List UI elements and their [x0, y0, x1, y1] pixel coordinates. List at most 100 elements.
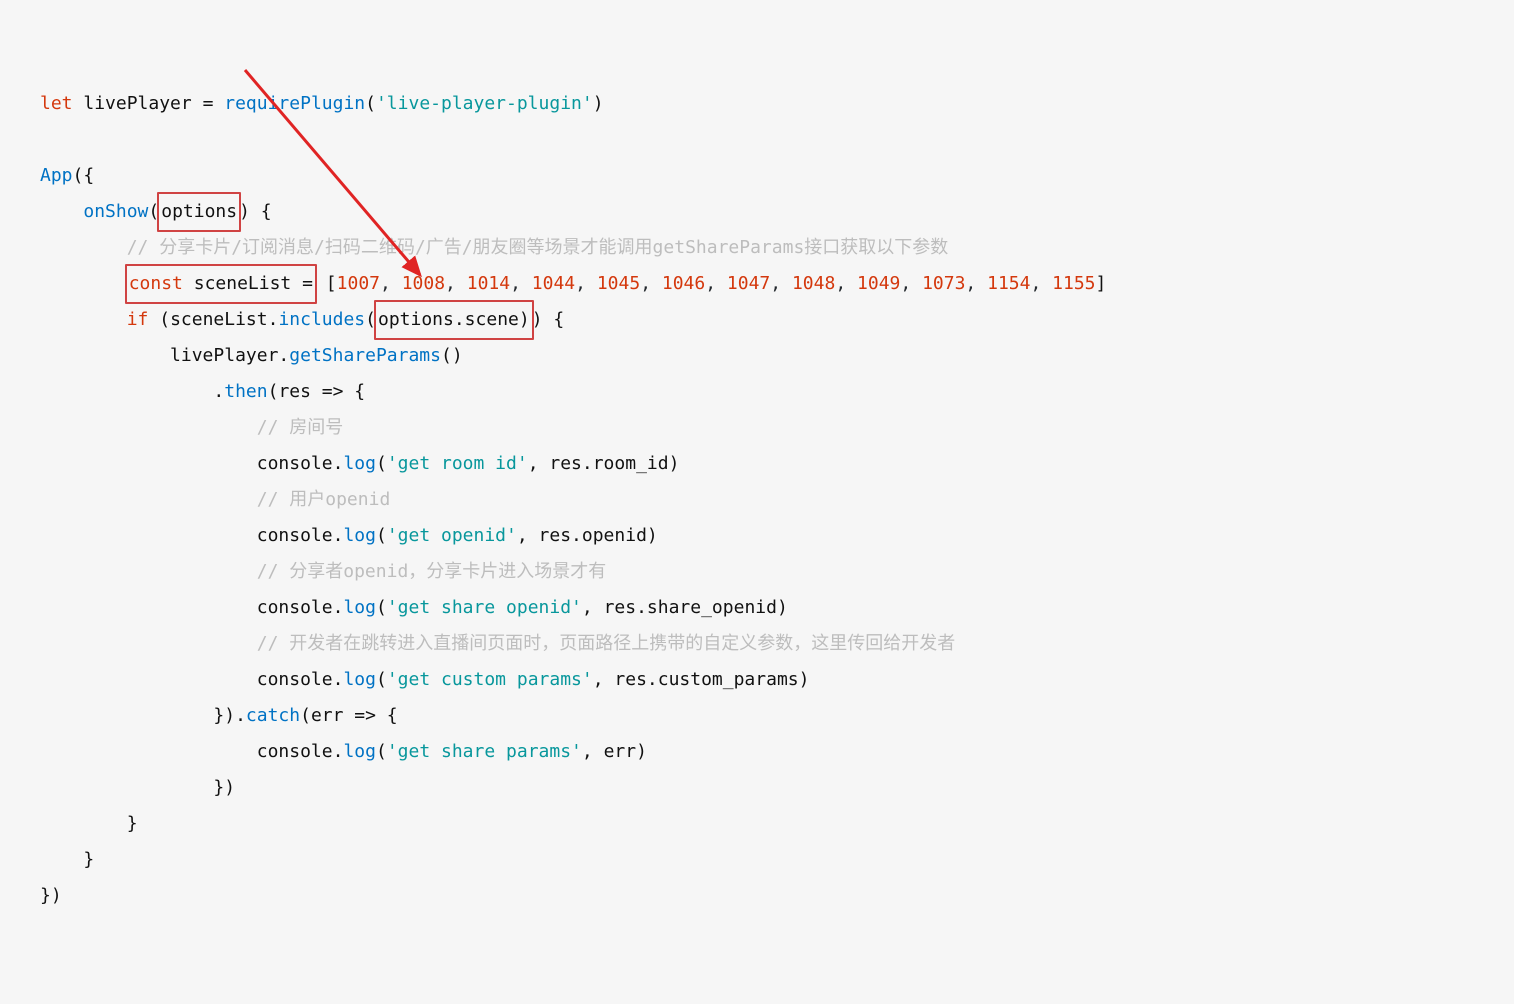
- options-scene-highlight: options.scene): [374, 300, 534, 340]
- comma: ,: [575, 273, 597, 294]
- num: 1049: [857, 273, 900, 294]
- close-if: }: [127, 813, 138, 834]
- comma: ,: [380, 273, 402, 294]
- text: , res.room_id): [528, 453, 680, 474]
- dot: .: [213, 381, 224, 402]
- paren: (: [376, 669, 387, 690]
- num: 1047: [727, 273, 770, 294]
- fn-log: log: [343, 597, 376, 618]
- indent: [40, 489, 257, 510]
- fn-then: then: [224, 381, 267, 402]
- indent: [40, 597, 257, 618]
- comment-room-id: // 房间号: [257, 417, 344, 438]
- paren: (: [300, 705, 311, 726]
- num: 1008: [402, 273, 445, 294]
- comment-share-scenes: // 分享卡片/订阅消息/扫码二维码/广告/朋友圈等场景才能调用getShare…: [127, 237, 949, 258]
- num: 1045: [597, 273, 640, 294]
- comma: ,: [770, 273, 792, 294]
- indent: [40, 237, 127, 258]
- paren-brace: ) {: [532, 309, 565, 330]
- str: 'get room id': [387, 453, 528, 474]
- comma: ,: [1030, 273, 1052, 294]
- text: livePlayer.: [170, 345, 289, 366]
- fn-catch: catch: [246, 705, 300, 726]
- paren: (: [365, 93, 376, 114]
- fn-log: log: [343, 525, 376, 546]
- comma: ,: [835, 273, 857, 294]
- options-parameter-highlight: options: [157, 192, 241, 232]
- num: 1048: [792, 273, 835, 294]
- num: 1044: [532, 273, 575, 294]
- num: 1007: [337, 273, 380, 294]
- indent: [40, 705, 213, 726]
- paren: (: [268, 381, 279, 402]
- fn-requirePlugin: requirePlugin: [213, 93, 365, 114]
- comma: ,: [445, 273, 467, 294]
- num: 1073: [922, 273, 965, 294]
- text: (sceneList.: [148, 309, 278, 330]
- indent: [40, 273, 127, 294]
- indent: [40, 813, 127, 834]
- fn-log: log: [343, 453, 376, 474]
- str-plugin-name: 'live-player-plugin': [376, 93, 593, 114]
- comma: ,: [640, 273, 662, 294]
- fn-getShareParams: getShareParams: [289, 345, 441, 366]
- indent: [40, 525, 257, 546]
- id-err: err: [311, 705, 344, 726]
- indent: [40, 561, 257, 582]
- comma: ,: [965, 273, 987, 294]
- indent: [40, 669, 257, 690]
- close-catch: }): [213, 777, 235, 798]
- bracket: [: [326, 273, 337, 294]
- indent: [40, 417, 257, 438]
- num: 1154: [987, 273, 1030, 294]
- bracket: ]: [1096, 273, 1107, 294]
- indent: [40, 777, 213, 798]
- indent: [40, 633, 257, 654]
- paren: (: [376, 741, 387, 762]
- indent: [40, 849, 83, 870]
- parens: (): [441, 345, 463, 366]
- id-livePlayer: livePlayer: [73, 93, 203, 114]
- str: 'get openid': [387, 525, 517, 546]
- arrow-brace: => {: [343, 705, 397, 726]
- close-App: }): [40, 885, 62, 906]
- close-onShow: }: [83, 849, 94, 870]
- paren: (: [376, 453, 387, 474]
- close-then: }).: [213, 705, 246, 726]
- const-sceneList-highlight: const sceneList =: [125, 264, 317, 304]
- id-res: res: [278, 381, 311, 402]
- comma: ,: [705, 273, 727, 294]
- op-eq: =: [203, 93, 214, 114]
- num: 1046: [662, 273, 705, 294]
- comma: ,: [900, 273, 922, 294]
- text: , res.share_openid): [582, 597, 788, 618]
- sp: [315, 273, 326, 294]
- str: 'get share openid': [387, 597, 582, 618]
- id-sceneList: sceneList: [183, 273, 302, 294]
- text: console.: [257, 453, 344, 474]
- text: console.: [257, 525, 344, 546]
- paren: (: [376, 597, 387, 618]
- indent: [40, 309, 127, 330]
- code-snippet: let livePlayer = requirePlugin('live-pla…: [0, 0, 1514, 990]
- text: , err): [582, 741, 647, 762]
- num: 1155: [1052, 273, 1095, 294]
- op-eq: =: [302, 273, 313, 294]
- num: 1014: [467, 273, 510, 294]
- text: , res.custom_params): [593, 669, 810, 690]
- comment-openid: // 用户openid: [257, 489, 391, 510]
- comment-custom-params: // 开发者在跳转进入直播间页面时，页面路径上携带的自定义参数，这里传回给开发者: [257, 633, 956, 654]
- fn-log: log: [343, 669, 376, 690]
- text: console.: [257, 741, 344, 762]
- str: 'get custom params': [387, 669, 593, 690]
- id-options-scene: options.scene): [378, 309, 530, 330]
- indent: [40, 453, 257, 474]
- paren-brace: ) {: [239, 201, 272, 222]
- kw-const: const: [129, 273, 183, 294]
- brace: ({: [73, 165, 95, 186]
- text: console.: [257, 597, 344, 618]
- indent: [40, 201, 83, 222]
- text: console.: [257, 669, 344, 690]
- fn-onShow: onShow: [83, 201, 148, 222]
